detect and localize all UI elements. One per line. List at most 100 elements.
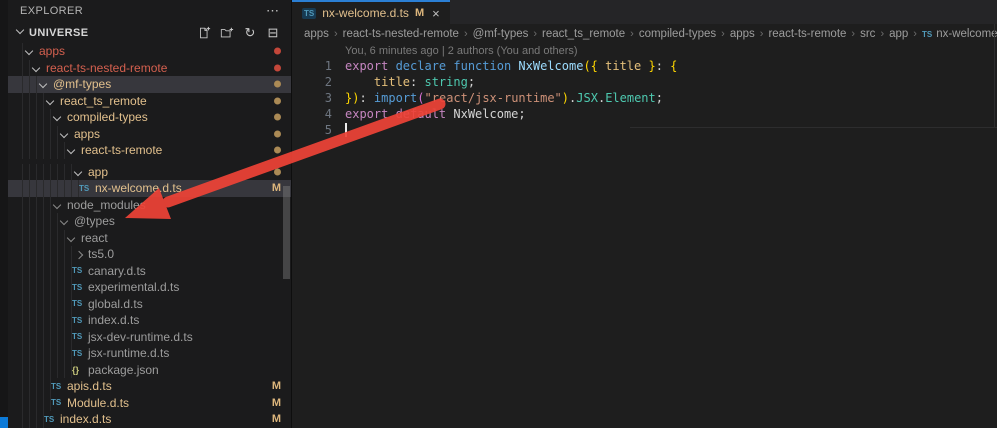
chevron-down-icon — [44, 93, 57, 110]
typescript-file-icon: TS — [72, 316, 85, 325]
tree-row[interactable]: TSglobal.d.ts — [8, 296, 291, 313]
code-editor[interactable]: 1export declare function NxWelcome({ tit… — [292, 58, 997, 138]
tree-row[interactable]: apps — [8, 126, 291, 143]
line-number: 4 — [292, 106, 345, 122]
tree-row[interactable]: TSnx-welcome.d.tsM — [8, 180, 291, 197]
code-line: 4export default NxWelcome; — [292, 106, 997, 122]
code-token: "react/jsx-runtime" — [425, 91, 562, 105]
breadcrumb-item[interactable]: src — [860, 28, 875, 40]
chevron-down-icon — [30, 60, 43, 77]
tree-item-label: compiled-types — [67, 110, 148, 124]
tree-item-label: canary.d.ts — [88, 264, 146, 278]
code-token: { — [670, 59, 677, 73]
tree-row[interactable]: TSindex.d.tsM — [8, 411, 291, 428]
code-text: }): import("react/jsx-runtime").JSX.Elem… — [345, 90, 663, 106]
code-token: : — [656, 59, 670, 73]
tree-item-label: Module.d.ts — [67, 396, 129, 410]
breadcrumb-separator-icon: › — [760, 28, 764, 40]
code-token: } — [641, 59, 655, 73]
tree-row[interactable]: TSjsx-runtime.d.ts — [8, 345, 291, 362]
modified-badge: M — [272, 182, 281, 194]
new-folder-icon[interactable] — [219, 25, 235, 41]
section-actions: ↻ ⊟ — [196, 25, 281, 41]
tree-row[interactable]: TSindex.d.ts — [8, 312, 291, 329]
tree-row[interactable]: react-ts-remote — [8, 142, 291, 159]
typescript-file-icon: TS — [72, 299, 85, 308]
explorer-title: EXPLORER — [20, 5, 83, 17]
line-number: 1 — [292, 58, 345, 74]
refresh-icon[interactable]: ↻ — [242, 25, 258, 41]
tree-row[interactable]: ts5.0 — [8, 246, 291, 263]
tree-row[interactable]: TSModule.d.tsM — [8, 395, 291, 412]
line-number: 3 — [292, 90, 345, 106]
breadcrumb-item[interactable]: apps — [304, 28, 329, 40]
chevron-down-icon — [72, 164, 85, 181]
typescript-icon: TS — [302, 8, 316, 19]
tree-row[interactable]: TScanary.d.ts — [8, 263, 291, 280]
breadcrumb-separator-icon: › — [721, 28, 725, 40]
breadcrumb-item[interactable]: @mf-types — [473, 28, 529, 40]
indent-guides — [16, 180, 79, 197]
chevron-down-icon — [14, 22, 25, 43]
tree-row[interactable]: node_modules — [8, 197, 291, 214]
breadcrumb-item[interactable]: app — [889, 28, 908, 40]
more-actions-icon[interactable]: ⋯ — [266, 6, 279, 16]
tree-item-label: index.d.ts — [60, 412, 111, 426]
code-token: Element — [605, 91, 656, 105]
indent-guides — [16, 109, 51, 126]
section-header-universe[interactable]: UNIVERSE ↻ ⊟ — [8, 22, 291, 43]
git-status-dot — [274, 48, 281, 55]
indent-guides — [16, 329, 72, 346]
code-token: title — [605, 59, 641, 73]
breadcrumb-item[interactable]: apps — [730, 28, 755, 40]
tab-nx-welcome[interactable]: TS nx-welcome.d.ts M × — [292, 0, 450, 24]
tree-row[interactable]: react-ts-nested-remote — [8, 60, 291, 77]
indent-guides — [16, 197, 51, 214]
git-status-dot — [274, 130, 281, 137]
indent-guides — [16, 312, 72, 329]
typescript-file-icon: TS — [51, 382, 64, 391]
tree-row[interactable]: @types — [8, 213, 291, 230]
tree-row[interactable]: TSjsx-dev-runtime.d.ts — [8, 329, 291, 346]
breadcrumb-item[interactable]: react-ts-nested-remote — [343, 28, 459, 40]
breadcrumb-separator-icon: › — [913, 28, 917, 40]
code-token: default — [396, 107, 454, 121]
indent-guides — [16, 378, 51, 395]
tree-row[interactable]: react — [8, 230, 291, 247]
indent-guides — [16, 362, 72, 379]
tree-item-label: react-ts-remote — [81, 143, 162, 157]
code-token: JSX — [576, 91, 598, 105]
breadcrumb-item[interactable]: react-ts-remote — [768, 28, 846, 40]
sidebar-scrollbar[interactable] — [283, 186, 290, 279]
git-status-dot — [274, 114, 281, 121]
code-text — [345, 122, 347, 138]
tree-row[interactable]: @mf-types — [8, 76, 291, 93]
code-token: export — [345, 107, 396, 121]
breadcrumb-item[interactable]: react_ts_remote — [542, 28, 625, 40]
code-token: NxWelcome — [453, 107, 518, 121]
breadcrumb-item[interactable]: compiled-types — [639, 28, 716, 40]
indent-guides — [16, 263, 72, 280]
typescript-file-icon: TS — [51, 398, 64, 407]
tree-row[interactable]: apps — [8, 43, 291, 60]
new-file-icon[interactable] — [196, 25, 212, 41]
code-token: { — [591, 59, 605, 73]
tree-row[interactable]: {}package.json — [8, 362, 291, 379]
breadcrumb-file[interactable]: TSnx-welcome.d.ts — [922, 28, 997, 40]
tree-row[interactable]: react_ts_remote — [8, 93, 291, 110]
indent-guides — [16, 345, 72, 362]
tree-item-label: apis.d.ts — [67, 379, 112, 393]
tree-row[interactable]: TSexperimental.d.ts — [8, 279, 291, 296]
close-icon[interactable]: × — [432, 6, 440, 21]
typescript-file-icon: TS — [44, 415, 57, 424]
git-blame-annotation: You, 6 minutes ago | 2 authors (You and … — [345, 45, 997, 56]
tree-item-label: apps — [74, 127, 100, 141]
tree-item-label: jsx-runtime.d.ts — [88, 346, 169, 360]
collapse-all-icon[interactable]: ⊟ — [265, 25, 281, 41]
tree-row[interactable]: app — [8, 164, 291, 181]
json-file-icon: {} — [72, 365, 85, 375]
code-token: NxWelcome — [518, 59, 583, 73]
tree-row[interactable]: compiled-types — [8, 109, 291, 126]
code-token: ; — [468, 75, 475, 89]
tree-row[interactable]: TSapis.d.tsM — [8, 378, 291, 395]
